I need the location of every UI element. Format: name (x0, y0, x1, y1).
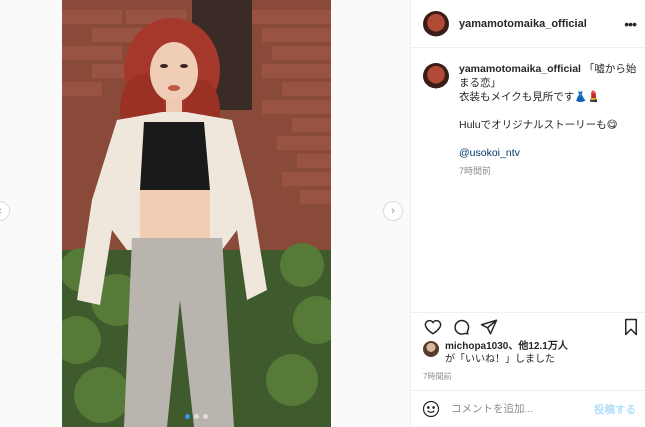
action-bar (411, 312, 645, 340)
liker-username[interactable]: michopa1030 (445, 341, 508, 352)
emoji-icon[interactable] (421, 399, 441, 419)
carousel-dot (203, 414, 208, 419)
bookmark-icon[interactable] (621, 317, 641, 337)
caption-line3: Huluでオリジナルストーリーも😋 (459, 119, 618, 131)
chevron-left-icon[interactable]: ‹ (0, 201, 10, 221)
comment-input[interactable] (451, 403, 591, 415)
post-photo (62, 0, 331, 427)
carousel-dot (185, 414, 190, 419)
mention-link[interactable]: @usokoi_ntv (459, 146, 638, 160)
share-icon[interactable] (479, 317, 499, 337)
caption-line2: 衣装もメイクも見所です👗💄 (459, 91, 601, 103)
likes-summary: michopa1030、他12.1万人 が「いいね！」しました (423, 340, 568, 366)
avatar[interactable] (423, 10, 449, 37)
post-details-panel: yamamotomaika_official ••• yamamotomaika… (410, 0, 645, 427)
likes-suffix: が「いいね！」しました (445, 354, 555, 365)
caption-body: yamamotomaika_official 「嘘から始まる恋」 衣装もメイクも… (459, 62, 638, 178)
comment-bar: 投稿する (411, 390, 645, 427)
caption-time: 7時間前 (459, 166, 492, 176)
chevron-right-icon[interactable]: › (383, 201, 403, 221)
caption-username[interactable]: yamamotomaika_official (459, 63, 581, 75)
liker-avatar[interactable] (423, 341, 439, 357)
carousel-dot (194, 414, 199, 419)
likes-count[interactable]: 、他12.1万人 (508, 341, 567, 352)
post-caption: yamamotomaika_official 「嘘から始まる恋」 衣装もメイクも… (423, 62, 638, 178)
heart-icon[interactable] (423, 317, 443, 337)
caption-avatar[interactable] (423, 63, 449, 89)
post-header: yamamotomaika_official ••• (411, 0, 645, 48)
photo-illustration (62, 0, 331, 427)
comment-icon[interactable] (451, 317, 471, 337)
more-icon[interactable]: ••• (624, 16, 637, 32)
instagram-post-viewer: ‹ (0, 0, 645, 427)
post-comment-button[interactable]: 投稿する (594, 402, 636, 417)
carousel-indicator (62, 414, 331, 419)
header-username[interactable]: yamamotomaika_official (459, 18, 587, 30)
post-timestamp[interactable]: 7時間前 (423, 371, 451, 382)
